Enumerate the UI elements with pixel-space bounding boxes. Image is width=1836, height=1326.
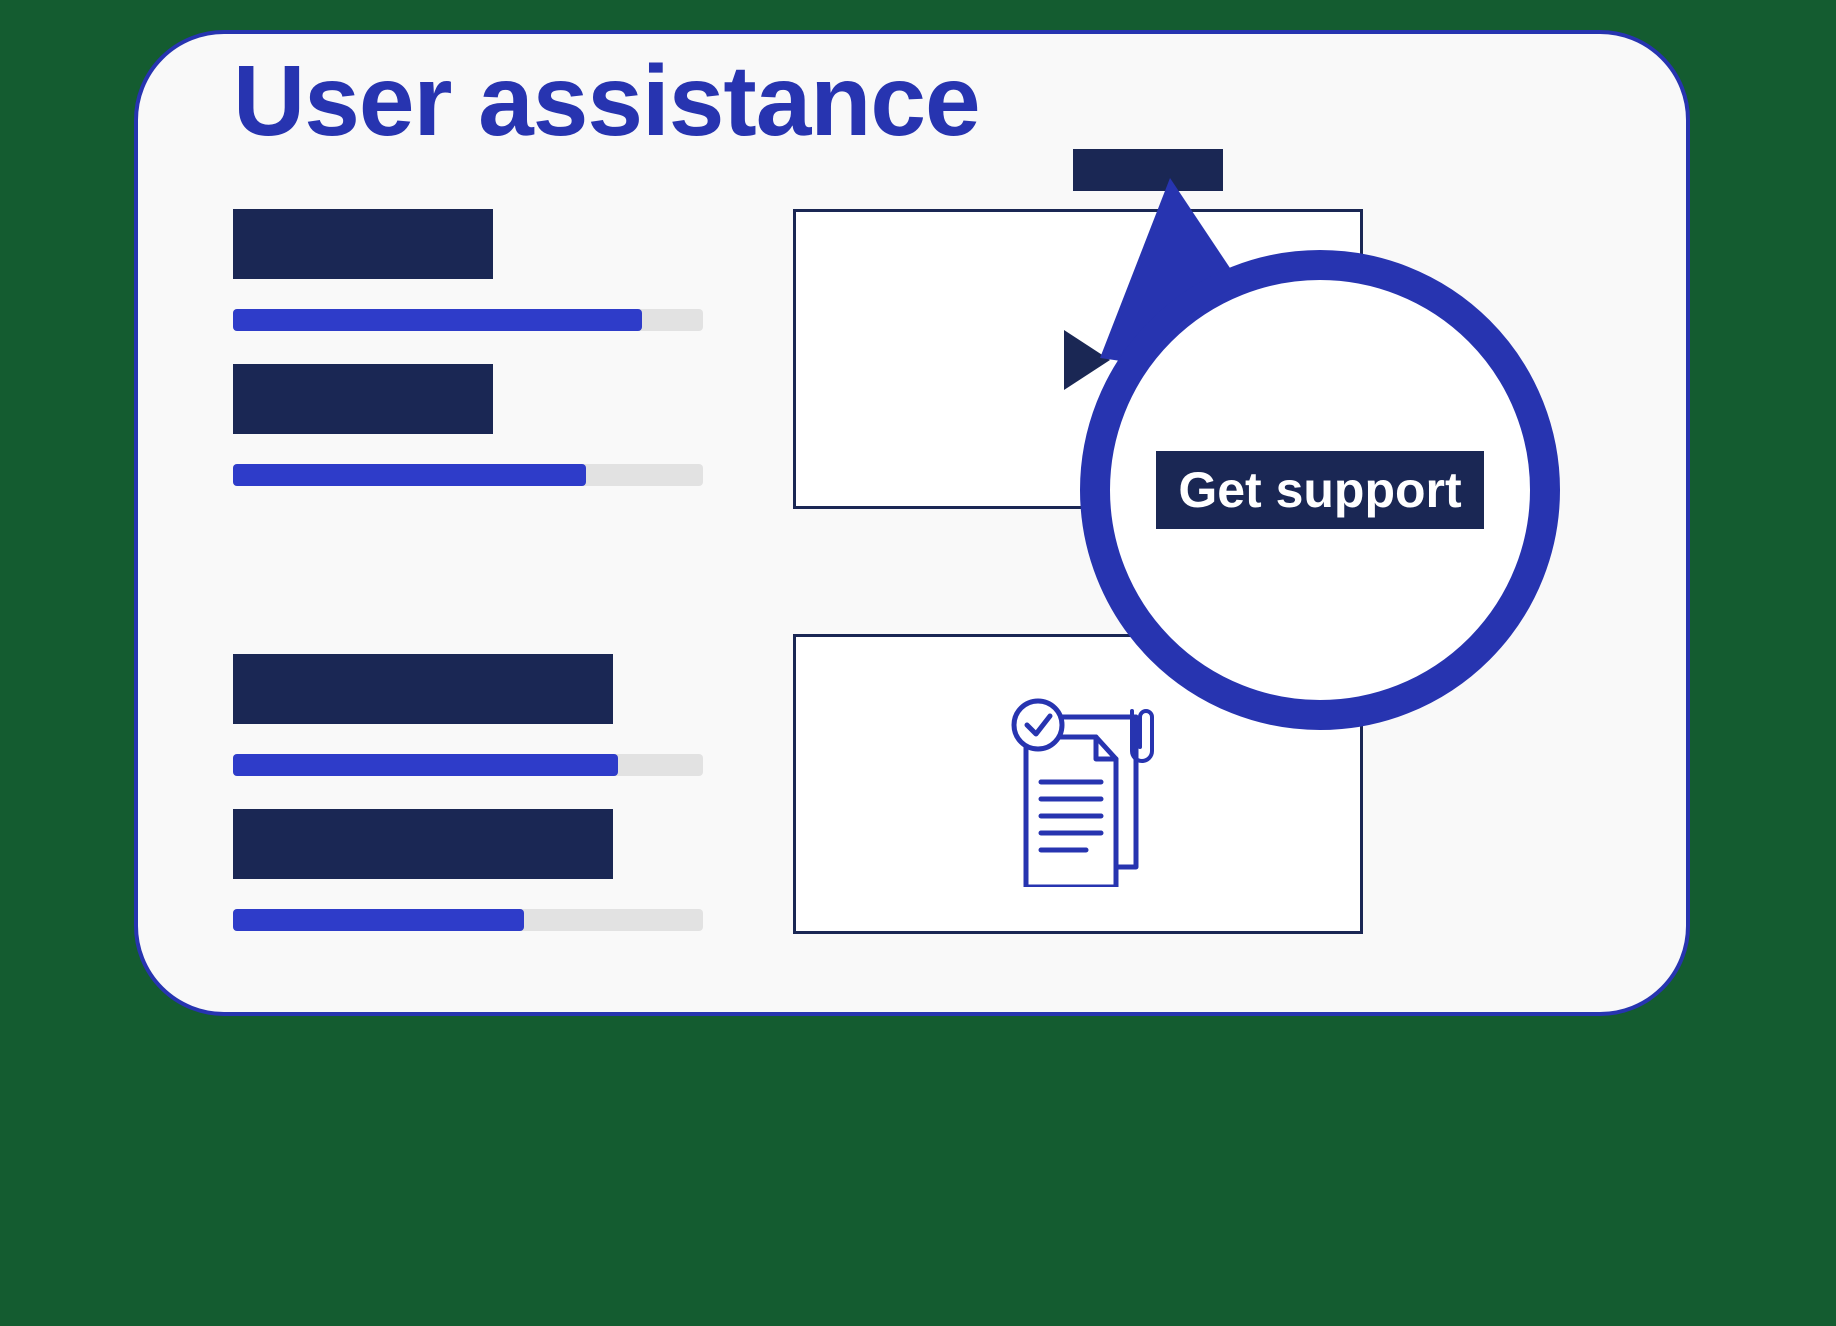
diagram-stage: User assistance (0, 0, 1836, 1326)
content-block-4 (233, 809, 613, 879)
progress-bar-4-fill (233, 909, 524, 931)
magnifier-lens: Get support (1080, 250, 1560, 730)
progress-bar-2 (233, 464, 703, 486)
progress-bar-3 (233, 754, 703, 776)
content-block-2 (233, 364, 493, 434)
panel-title: User assistance (233, 44, 980, 159)
progress-bar-2-fill (233, 464, 586, 486)
get-support-button[interactable]: Get support (1156, 451, 1483, 529)
progress-bar-3-fill (233, 754, 618, 776)
content-block-1 (233, 209, 493, 279)
content-block-3 (233, 654, 613, 724)
progress-bar-4 (233, 909, 703, 931)
progress-bar-1 (233, 309, 703, 331)
progress-bar-1-fill (233, 309, 642, 331)
documents-icon (996, 687, 1176, 887)
